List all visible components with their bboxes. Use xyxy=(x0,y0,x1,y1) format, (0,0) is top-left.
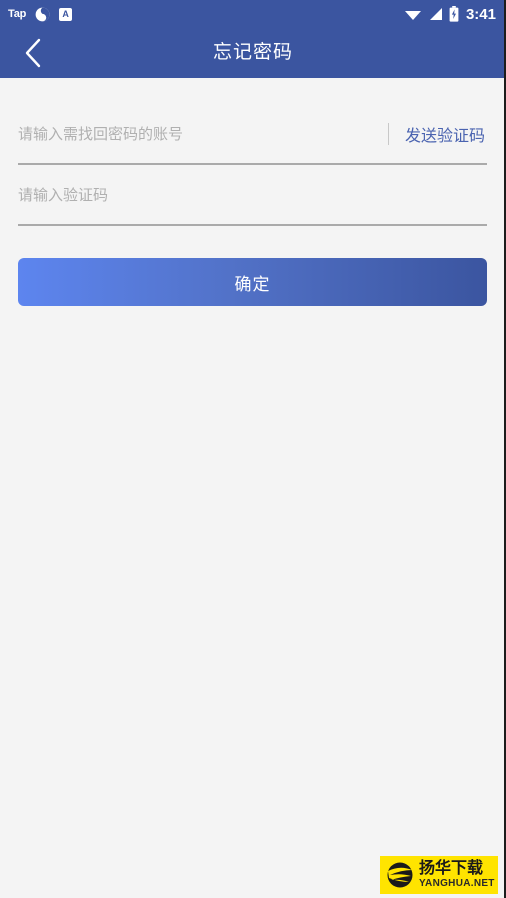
watermark-text: 扬华下载 YANGHUA.NET xyxy=(419,861,495,889)
phone-screen: Tap A 3:41 忘记密码 请输入需找回密码的账号 发送验证码 请输入验证码… xyxy=(0,0,506,898)
field-divider xyxy=(387,123,389,145)
watermark-name-en: YANGHUA.NET xyxy=(419,878,495,889)
watermark-badge: 扬华下载 YANGHUA.NET xyxy=(380,856,498,894)
account-field-row: 发送验证码 xyxy=(18,105,487,165)
content-area: 发送验证码 确定 扬华下载 YANGHUA.NET xyxy=(0,78,504,898)
signal-icon xyxy=(428,7,443,21)
submit-button[interactable]: 确定 xyxy=(18,258,487,306)
verification-code-input[interactable] xyxy=(18,180,487,210)
account-input[interactable] xyxy=(18,119,388,149)
status-bar-left: Tap A xyxy=(8,7,73,22)
battery-charging-icon xyxy=(449,6,459,22)
status-bar: Tap A 3:41 xyxy=(0,0,504,28)
code-field-row xyxy=(18,166,487,226)
swirl-icon xyxy=(35,7,50,22)
watermark-name-cn: 扬华下载 xyxy=(419,860,484,877)
send-code-button[interactable]: 发送验证码 xyxy=(405,122,487,146)
yanghua-logo-icon xyxy=(387,862,413,888)
status-bar-right: 3:41 xyxy=(404,6,496,22)
a-badge-icon: A xyxy=(59,7,73,21)
chevron-left-icon xyxy=(25,38,41,68)
status-bar-clock: 3:41 xyxy=(465,5,496,23)
wifi-icon xyxy=(404,7,422,21)
back-button[interactable] xyxy=(8,28,58,78)
page-title: 忘记密码 xyxy=(212,42,293,63)
tap-label: Tap xyxy=(8,7,27,20)
app-bar: 忘记密码 xyxy=(0,28,504,78)
